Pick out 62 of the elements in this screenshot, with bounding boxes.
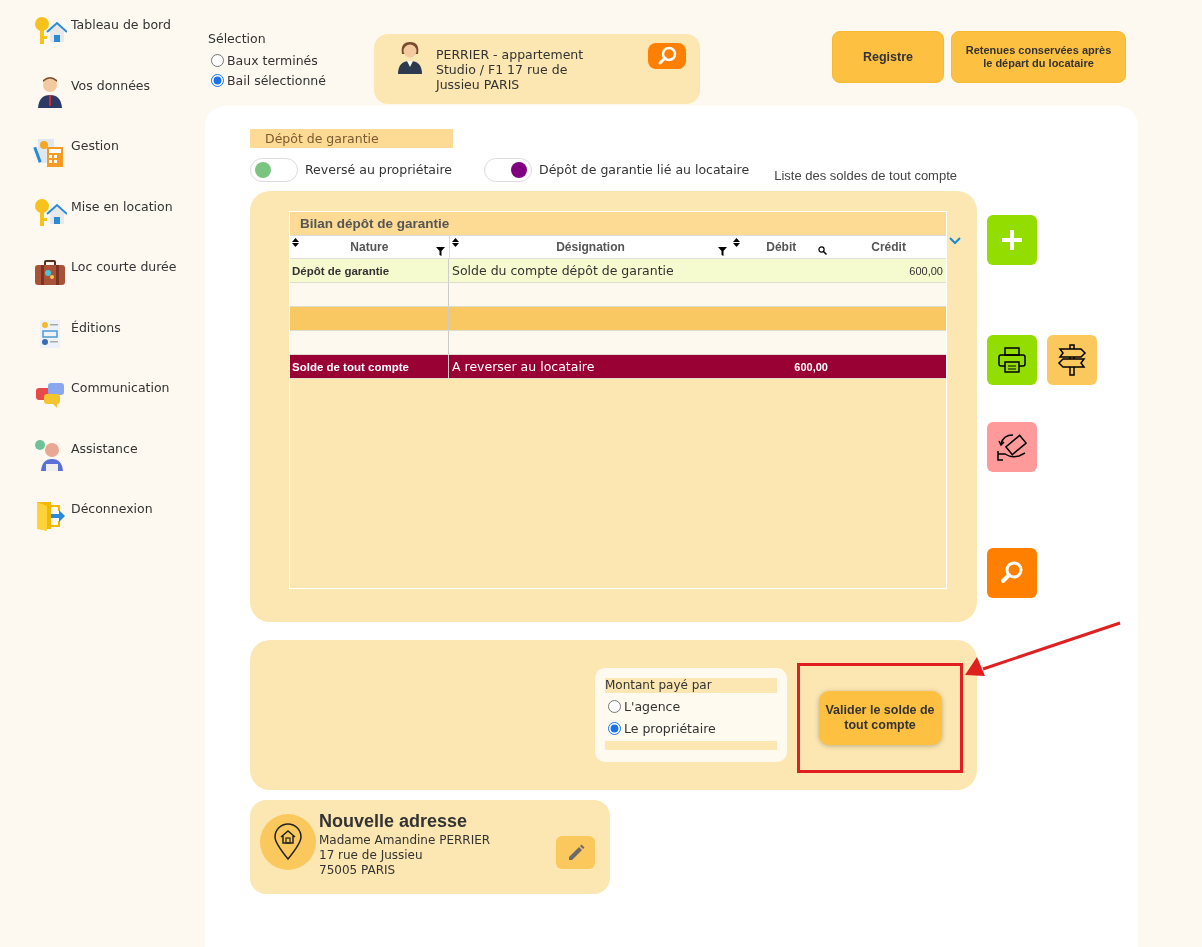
- sidebar-item[interactable]: Éditions: [0, 316, 205, 377]
- list-title: Liste des soldes de tout compte: [774, 168, 958, 183]
- radio-button[interactable]: [211, 73, 224, 87]
- sidebar-item[interactable]: Mise en location: [0, 195, 205, 256]
- toggle-label: Reversé au propriétaire: [305, 162, 453, 177]
- sidebar-item[interactable]: Loc courte durée: [0, 256, 205, 317]
- address-text: Madame Amandine PERRIER 17 rue de Jussieu 75005 PARIS: [319, 833, 491, 878]
- printer-icon[interactable]: [997, 345, 1027, 375]
- radio-label[interactable]: Bail sélectionné: [227, 72, 326, 88]
- table-title: Bilan dépôt de garantie: [290, 212, 946, 236]
- radio-button[interactable]: [608, 721, 621, 735]
- search-button[interactable]: [648, 43, 686, 69]
- money-refund-button[interactable]: [987, 422, 1037, 472]
- table-row[interactable]: Solde de tout compte A reverser au locataire 600,00: [290, 355, 946, 379]
- sidebar-item[interactable]: Gestion: [0, 135, 205, 196]
- filter-icon[interactable]: [435, 247, 445, 256]
- sidebar-item[interactable]: Communication: [0, 377, 205, 438]
- chevron-down-icon[interactable]: [949, 237, 961, 245]
- toggle-switch[interactable]: [484, 157, 533, 182]
- column-header[interactable]: Débit: [731, 236, 832, 258]
- sidebar-item[interactable]: Tableau de bord: [0, 14, 205, 75]
- signpost-icon[interactable]: [1057, 343, 1087, 377]
- toggle-label: Dépôt de garantie lié au locataire: [539, 162, 750, 177]
- top-button[interactable]: Retenues conservées après le départ du locataire: [951, 31, 1126, 83]
- table-cell: 600,00: [794, 360, 828, 373]
- radio-button[interactable]: [211, 53, 224, 67]
- section-title: Dépôt de garantie: [250, 129, 453, 148]
- search-icon[interactable]: [818, 246, 828, 255]
- radio-label[interactable]: L'agence: [624, 698, 681, 714]
- table-cell: Dépôt de garantie: [292, 264, 390, 277]
- top-button[interactable]: Registre: [832, 31, 944, 83]
- column-header[interactable]: Nature: [290, 236, 450, 258]
- pencil-icon[interactable]: [566, 843, 585, 862]
- column-header[interactable]: Désignation: [449, 236, 732, 258]
- payment-title: Montant payé par: [605, 678, 777, 693]
- sidebar-item[interactable]: Vos données: [0, 74, 205, 135]
- sidebar-item[interactable]: Assistance: [0, 437, 205, 498]
- table-cell: Solde de tout compte: [292, 360, 409, 373]
- sidebar-item[interactable]: Déconnexion: [0, 498, 205, 559]
- home-pin-icon: [273, 823, 303, 861]
- search-button[interactable]: [987, 548, 1037, 598]
- tenant-info: PERRIER - appartement Studio / F1 17 rue de Jussieu PARIS: [436, 47, 584, 92]
- radio-button[interactable]: [608, 699, 621, 713]
- table-cell: 600,00: [909, 264, 943, 277]
- sort-icon[interactable]: [451, 238, 459, 247]
- filter-icon[interactable]: [718, 247, 728, 256]
- sort-icon[interactable]: [292, 238, 299, 247]
- print-button[interactable]: [987, 335, 1037, 385]
- radio-label[interactable]: Le propriétaire: [624, 720, 716, 736]
- table-cell: A reverser au locataire: [452, 359, 595, 374]
- selection-label: Sélection: [208, 31, 267, 46]
- radio-label[interactable]: Baux terminés: [227, 52, 318, 68]
- table-cell: Solde du compte dépôt de garantie: [452, 263, 674, 278]
- table-row[interactable]: Dépôt de garantie Solde du compte dépôt de garantie 600,00: [290, 259, 946, 283]
- address-title: Nouvelle adresse: [319, 810, 469, 832]
- edit-button[interactable]: [556, 836, 595, 869]
- column-header[interactable]: Crédit: [831, 236, 946, 258]
- signpost-button[interactable]: [1047, 335, 1097, 385]
- toggle-switch[interactable]: [250, 157, 298, 182]
- validate-button[interactable]: Valider le solde de tout compte: [818, 691, 942, 745]
- user-silhouette-icon: [397, 40, 423, 74]
- sort-icon[interactable]: [733, 238, 741, 247]
